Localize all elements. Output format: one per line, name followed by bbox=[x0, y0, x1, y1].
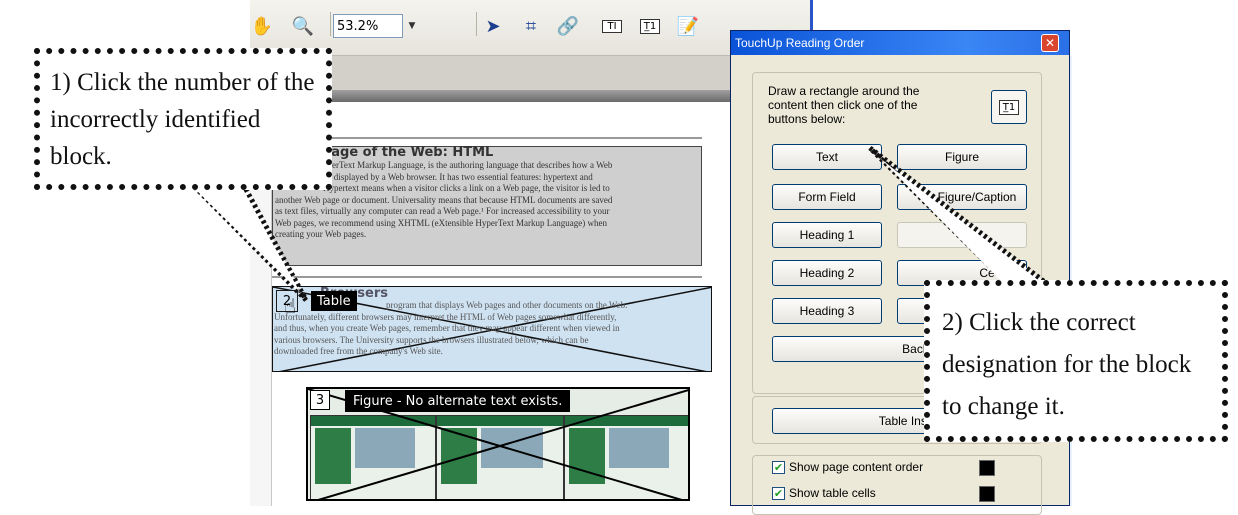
block1-line: another Web page or document. Universali… bbox=[275, 194, 613, 205]
show-table-cells-row[interactable]: ✔ Show table cells bbox=[772, 484, 876, 502]
block3-number-badge[interactable]: 3 bbox=[310, 390, 330, 410]
show-page-content-order-row[interactable]: ✔ Show page content order bbox=[772, 458, 923, 476]
block2-line: Unfortunately, different browsers may in… bbox=[274, 311, 617, 322]
block1-line: creating your Web pages. bbox=[275, 229, 367, 239]
figure-button[interactable]: Figure bbox=[897, 144, 1027, 170]
horizontal-rule bbox=[272, 137, 702, 139]
text-button[interactable]: Text bbox=[772, 144, 882, 170]
reading-order-icon[interactable]: T̲1 bbox=[636, 12, 664, 40]
color-swatch[interactable] bbox=[979, 460, 995, 476]
dialog-instruction: Draw a rectangle around the content then… bbox=[768, 84, 920, 126]
hand-cursor-icon: ☝ bbox=[284, 294, 297, 318]
block1-line: be displayed by a Web browser. It has tw… bbox=[323, 171, 593, 182]
link-icon[interactable]: 🔗 bbox=[556, 12, 580, 40]
block2-line: various browsers. The University support… bbox=[274, 334, 589, 345]
block2-line: and thus, when you create Web pages, rem… bbox=[274, 323, 620, 333]
zoom-input[interactable]: 53.2% bbox=[333, 14, 403, 38]
block1-line: as text files, virtually any computer ca… bbox=[275, 206, 610, 216]
callout-step2: 2) Click the correct designation for the… bbox=[924, 280, 1228, 442]
touchup-text-icon[interactable]: TI bbox=[598, 12, 626, 40]
zoom-dropdown-arrow-icon[interactable]: ▼ bbox=[404, 14, 420, 38]
checkbox-checked-icon[interactable]: ✔ bbox=[772, 460, 785, 474]
dialog-title: TouchUp Reading Order bbox=[731, 31, 1069, 55]
horizontal-rule bbox=[272, 276, 702, 278]
block3-tooltip: Figure - No alternate text exists. bbox=[345, 390, 571, 412]
toolbar-separator bbox=[476, 12, 477, 36]
block1-line: Hypertext means when a visitor clicks a … bbox=[323, 183, 610, 193]
checkbox-label: Show page content order bbox=[789, 460, 924, 474]
edit-object-icon[interactable]: 📝 bbox=[674, 12, 702, 40]
hand-tool-icon[interactable]: ✋ bbox=[251, 12, 273, 40]
block1-line: yperText Markup Language, is the authori… bbox=[323, 160, 613, 170]
close-icon[interactable]: ✕ bbox=[1041, 34, 1059, 52]
callout-step1: 1) Click the number of the incorrectly i… bbox=[34, 48, 332, 190]
heading2-button[interactable]: Heading 2 bbox=[772, 260, 882, 286]
zoom-tool-icon[interactable]: 🔍 bbox=[288, 12, 318, 40]
reading-order-icon[interactable]: T̲1 bbox=[991, 90, 1027, 124]
form-field-button[interactable]: Form Field bbox=[772, 184, 882, 210]
checkbox-label: Show table cells bbox=[789, 486, 876, 500]
heading1-button[interactable]: Heading 1 bbox=[772, 222, 882, 248]
block2-line: downloaded free from the company's Web s… bbox=[274, 346, 443, 356]
disabled-button bbox=[897, 222, 1027, 248]
select-arrow-icon[interactable]: ➤ bbox=[482, 12, 504, 40]
heading3-button[interactable]: Heading 3 bbox=[772, 298, 882, 324]
page-divider-bar bbox=[250, 90, 810, 102]
block1-heading: uage of the Web: HTML bbox=[322, 145, 494, 160]
figure-caption-button[interactable]: Figure/Caption bbox=[897, 184, 1027, 210]
checkbox-checked-icon[interactable]: ✔ bbox=[772, 486, 785, 500]
toolbar-separator bbox=[330, 12, 331, 36]
block1-text: yperText Markup Language, is the authori… bbox=[275, 160, 700, 241]
crop-icon[interactable]: ⌗ bbox=[518, 12, 544, 40]
color-swatch[interactable] bbox=[979, 486, 995, 502]
block1-line: Web pages, we recommend using XHTML (eXt… bbox=[275, 217, 607, 228]
block2-tooltip: Table bbox=[311, 291, 357, 311]
